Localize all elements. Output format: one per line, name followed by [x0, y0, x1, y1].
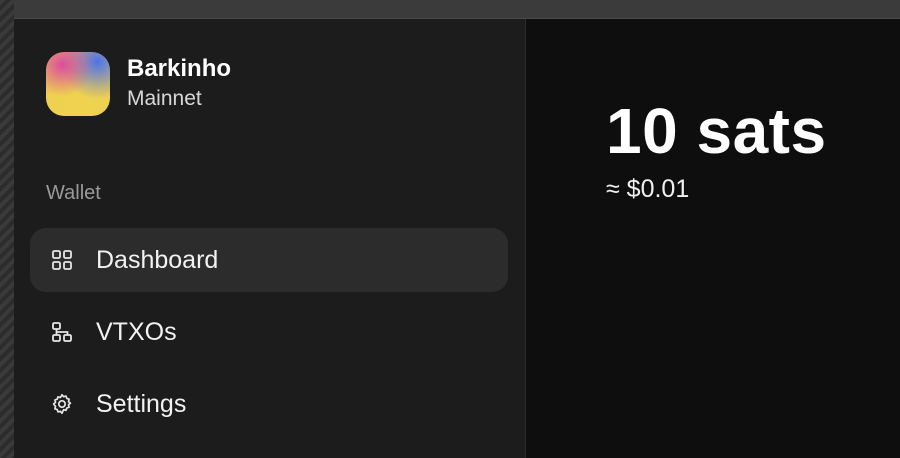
sidebar: Barkinho Mainnet Wallet Dashboard VTXOs …	[14, 19, 526, 458]
avatar	[46, 52, 110, 116]
gear-icon	[50, 392, 74, 416]
account-header[interactable]: Barkinho Mainnet	[46, 52, 231, 116]
balance-fiat-value: ≈ $0.01	[606, 175, 690, 203]
sidebar-item-vtxos[interactable]: VTXOs	[30, 300, 508, 364]
sidebar-item-label: Dashboard	[96, 245, 219, 274]
network-label: Mainnet	[127, 87, 202, 110]
sidebar-item-label: VTXOs	[96, 317, 177, 346]
window-title-bar	[14, 0, 900, 19]
tree-icon	[50, 320, 74, 344]
sidebar-nav: Dashboard VTXOs Settings	[30, 228, 508, 444]
sidebar-item-label: Settings	[96, 389, 187, 418]
section-label-wallet: Wallet	[46, 182, 101, 204]
account-info: Barkinho Mainnet	[127, 54, 231, 114]
grid-icon	[50, 248, 74, 272]
balance-panel: 10 sats ≈ $0.01	[606, 91, 827, 204]
sidebar-item-dashboard[interactable]: Dashboard	[30, 228, 508, 292]
app-window: Barkinho Mainnet Wallet Dashboard VTXOs …	[14, 19, 900, 458]
main-content: 10 sats ≈ $0.01	[526, 19, 900, 458]
account-name: Barkinho	[127, 55, 232, 82]
balance-amount: 10 sats	[606, 95, 827, 167]
background-edge	[0, 0, 14, 458]
sidebar-item-settings[interactable]: Settings	[30, 372, 508, 436]
